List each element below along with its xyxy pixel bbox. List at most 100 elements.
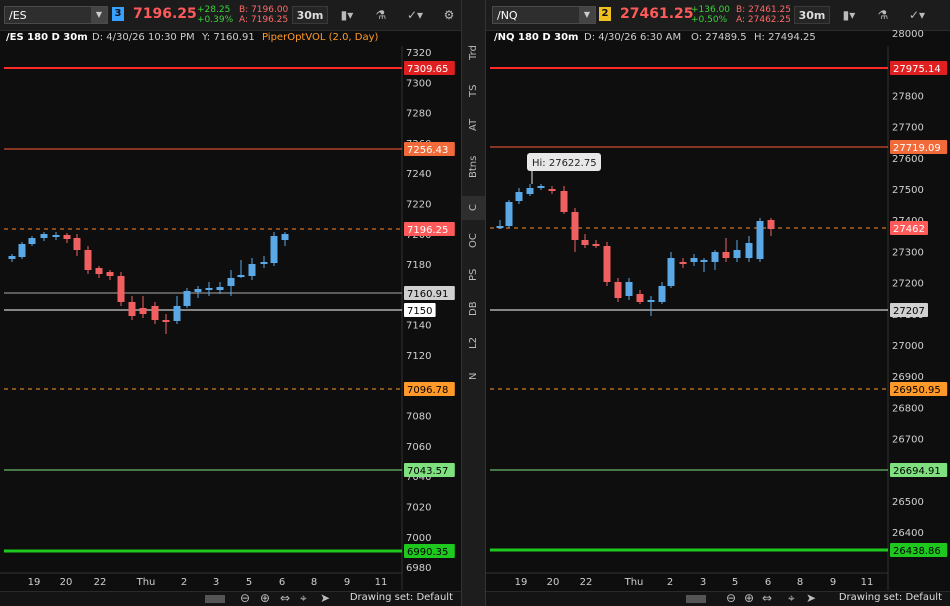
candle-body bbox=[281, 234, 289, 240]
y-tick-label: 7080 bbox=[406, 412, 431, 423]
crosshair-icon[interactable]: ⌖ bbox=[300, 591, 307, 606]
x-tick-label: 2 bbox=[667, 577, 673, 588]
zoom-out-icon[interactable]: ⊖ bbox=[240, 591, 250, 605]
y-tick-label: 7140 bbox=[406, 321, 431, 332]
x-tick-label: Thu bbox=[136, 577, 156, 588]
nq-scrollbar[interactable] bbox=[686, 595, 706, 603]
es-chart-pane[interactable]: /ES ▼ 3 7196.25 +28.25 +0.39% B: 7196.00… bbox=[0, 0, 461, 606]
y-tick-label: 7300 bbox=[406, 78, 431, 89]
y-tick-label: 28000 bbox=[892, 29, 924, 40]
crosshair-icon[interactable]: ⌖ bbox=[788, 591, 795, 606]
sidebar-tab-db[interactable]: DB bbox=[462, 296, 485, 322]
nq-chart-pane[interactable]: /NQ ▼ 2 27461.25 +136.00 +0.50% B: 27461… bbox=[486, 0, 950, 606]
y-tick-label: 27800 bbox=[892, 91, 924, 102]
chart-sidebar: Trd TS AT Btns C OC PS DB L2 N bbox=[461, 0, 486, 606]
price-level-label: 7043.57 bbox=[407, 466, 448, 477]
candle-body bbox=[8, 256, 16, 259]
sidebar-tab-at[interactable]: AT bbox=[462, 112, 485, 138]
candle-body bbox=[162, 320, 170, 322]
candle-body bbox=[173, 306, 181, 321]
zoom-out-icon[interactable]: ⊖ bbox=[726, 591, 736, 605]
y-tick-label: 27500 bbox=[892, 185, 924, 196]
x-tick-label: 22 bbox=[580, 577, 593, 588]
x-tick-label: 20 bbox=[547, 577, 560, 588]
price-level-label: 26950.95 bbox=[893, 385, 941, 396]
candle-body bbox=[73, 238, 81, 250]
es-bottom-bar: ⊖ ⊕ ⇔ ⌖ ➤ Drawing set: Default bbox=[0, 591, 461, 606]
nq-price-chart[interactable]: 2800027900278002770027600275002740027300… bbox=[486, 0, 950, 606]
hi-price-callout: Hi: 27622.75 bbox=[527, 153, 601, 184]
sidebar-tab-trd[interactable]: Trd bbox=[462, 36, 485, 70]
candle-body bbox=[537, 186, 545, 188]
candle-body bbox=[560, 191, 568, 212]
es-scrollbar[interactable] bbox=[205, 595, 225, 603]
candle-body bbox=[52, 235, 60, 237]
y-tick-label: 26800 bbox=[892, 403, 924, 414]
candle-body bbox=[270, 236, 278, 263]
candle-body bbox=[117, 276, 125, 302]
candle-body bbox=[733, 250, 741, 258]
price-level-label: 7196.25 bbox=[407, 225, 448, 236]
x-tick-label: 20 bbox=[60, 577, 73, 588]
sidebar-tab-n[interactable]: N bbox=[462, 364, 485, 388]
x-tick-label: 3 bbox=[700, 577, 706, 588]
nq-drawing-set[interactable]: Drawing set: Default bbox=[839, 592, 942, 603]
candle-body bbox=[614, 282, 622, 298]
x-tick-label: 5 bbox=[732, 577, 738, 588]
cursor-icon[interactable]: ➤ bbox=[806, 591, 816, 605]
es-price-chart[interactable]: 7320730072807260724072207200718071607140… bbox=[0, 0, 461, 606]
sidebar-tab-btns[interactable]: Btns bbox=[462, 146, 485, 188]
candle-body bbox=[28, 238, 36, 244]
nq-bottom-bar: ⊖ ⊕ ⇔ ⌖ ➤ Drawing set: Default bbox=[486, 591, 950, 606]
pan-icon[interactable]: ⇔ bbox=[280, 591, 290, 605]
pan-icon[interactable]: ⇔ bbox=[762, 591, 772, 605]
x-tick-label: 6 bbox=[279, 577, 285, 588]
candle-body bbox=[625, 282, 633, 296]
es-drawing-set[interactable]: Drawing set: Default bbox=[350, 592, 453, 603]
candle-body bbox=[205, 288, 213, 290]
y-tick-label: 27600 bbox=[892, 154, 924, 165]
y-tick-label: 7000 bbox=[406, 533, 431, 544]
x-tick-label: 3 bbox=[213, 577, 219, 588]
x-tick-label: 19 bbox=[28, 577, 41, 588]
x-tick-label: 9 bbox=[830, 577, 836, 588]
sidebar-tab-c[interactable]: C bbox=[462, 196, 485, 220]
x-tick-label: 19 bbox=[515, 577, 528, 588]
cursor-icon[interactable]: ➤ bbox=[320, 591, 330, 605]
price-level-label: 7160.91 bbox=[407, 289, 448, 300]
zoom-in-icon[interactable]: ⊕ bbox=[260, 591, 270, 605]
sidebar-tab-ps[interactable]: PS bbox=[462, 262, 485, 288]
candle-body bbox=[227, 278, 235, 286]
candle-body bbox=[18, 244, 26, 257]
price-level-label: 7256.43 bbox=[407, 145, 448, 156]
y-tick-label: 26400 bbox=[892, 528, 924, 539]
candle-body bbox=[571, 212, 579, 240]
y-tick-label: 27300 bbox=[892, 247, 924, 258]
price-level-label: 7309.65 bbox=[407, 64, 448, 75]
y-tick-label: 27200 bbox=[892, 279, 924, 290]
x-tick-label: 5 bbox=[246, 577, 252, 588]
price-level-label: 27207 bbox=[893, 306, 925, 317]
y-tick-label: 7180 bbox=[406, 260, 431, 271]
zoom-in-icon[interactable]: ⊕ bbox=[744, 591, 754, 605]
price-level-label: 26438.86 bbox=[893, 546, 941, 557]
candle-body bbox=[63, 235, 71, 239]
candle-body bbox=[745, 243, 753, 258]
candle-body bbox=[106, 272, 114, 276]
candle-body bbox=[581, 240, 589, 245]
candle-body bbox=[237, 275, 245, 277]
x-tick-label: 9 bbox=[344, 577, 350, 588]
candle-body bbox=[40, 234, 48, 238]
candle-body bbox=[151, 306, 159, 320]
y-tick-label: 7240 bbox=[406, 169, 431, 180]
price-level-label: 26694.91 bbox=[893, 466, 941, 477]
candle-body bbox=[260, 262, 268, 264]
y-tick-label: 7060 bbox=[406, 442, 431, 453]
candle-body bbox=[756, 221, 764, 259]
y-tick-label: 26700 bbox=[892, 435, 924, 446]
sidebar-tab-ts[interactable]: TS bbox=[462, 78, 485, 104]
hi-callout-text: Hi: 27622.75 bbox=[532, 158, 597, 169]
sidebar-tab-oc[interactable]: OC bbox=[462, 228, 485, 254]
sidebar-tab-l2[interactable]: L2 bbox=[462, 330, 485, 356]
candle-body bbox=[690, 258, 698, 262]
